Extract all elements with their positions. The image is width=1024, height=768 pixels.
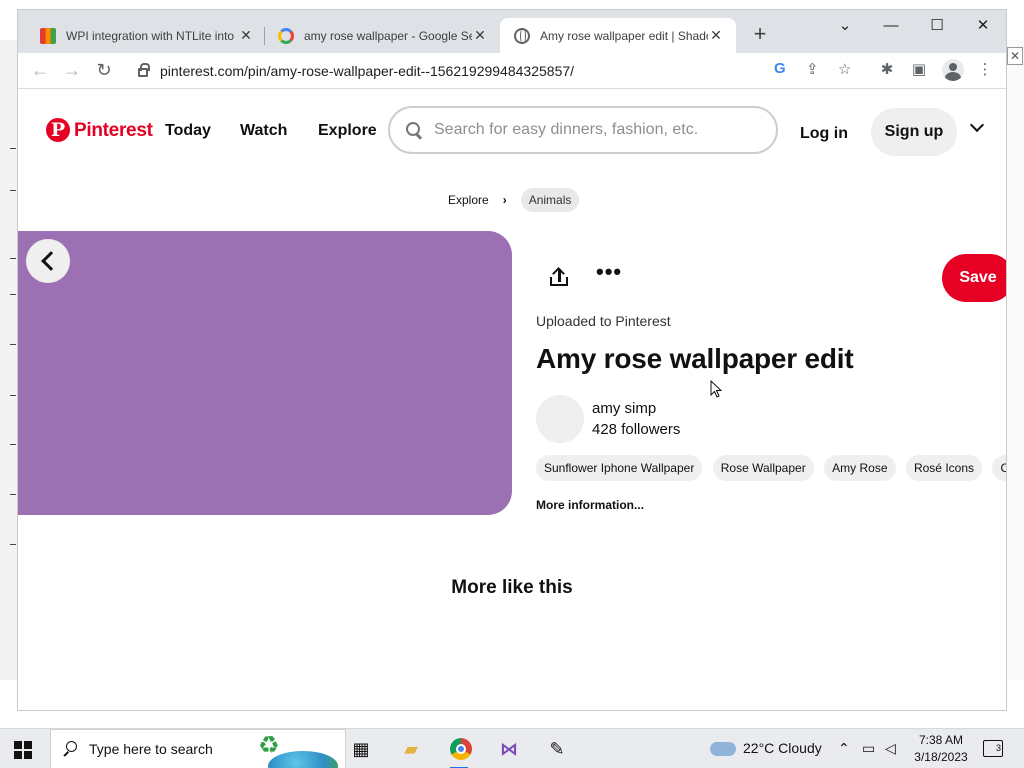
- breadcrumb-explore[interactable]: Explore: [448, 193, 489, 207]
- background-close-icon[interactable]: ✕: [1007, 47, 1023, 65]
- new-tab-button[interactable]: +: [748, 23, 772, 47]
- search-input[interactable]: [434, 121, 754, 139]
- background-window-edge: [0, 40, 18, 680]
- browser-window: WPI integration with NTLite into ✕ amy r…: [18, 10, 1006, 710]
- task-view-icon[interactable]: ▦: [346, 735, 376, 763]
- pinterest-page: P Pinterest Today Watch Explore Log in S…: [18, 90, 1006, 710]
- tag-chip[interactable]: Rosé Icons: [905, 455, 982, 481]
- signup-button[interactable]: Sign up: [871, 108, 957, 156]
- share-icon[interactable]: [548, 266, 572, 290]
- file-explorer-icon[interactable]: ▰: [396, 735, 426, 763]
- cloud-icon: [710, 742, 736, 756]
- tab-search-chevron-icon[interactable]: ⌄: [822, 14, 868, 40]
- volume-muted-icon[interactable]: ◁: [885, 740, 896, 757]
- menu-kebab-icon[interactable]: ⋮: [974, 60, 996, 78]
- more-information-link[interactable]: More information...: [536, 498, 644, 512]
- close-icon[interactable]: ✕: [472, 27, 488, 44]
- tag-list: Sunflower Iphone Wallpaper Rose Wallpape…: [536, 455, 1006, 481]
- tag-chip[interactable]: Amy Rose: [824, 455, 896, 481]
- more-options-icon[interactable]: •••: [596, 261, 621, 290]
- tab-title: WPI integration with NTLite into: [66, 28, 235, 43]
- background-window-edge-right: [1006, 40, 1024, 680]
- extensions-puzzle-icon[interactable]: ✱: [876, 60, 898, 78]
- globe-icon: [514, 27, 530, 44]
- google-icon: [278, 27, 294, 44]
- lock-icon: [138, 63, 150, 77]
- tag-chip[interactable]: Sunflower Iphone Wallpaper: [536, 455, 703, 481]
- address-bar[interactable]: pinterest.com/pin/amy-rose-wallpaper-edi…: [128, 57, 870, 85]
- tab-pinterest[interactable]: Amy rose wallpaper edit | Shado ✕: [500, 18, 736, 53]
- search-icon: [63, 741, 79, 757]
- nav-watch[interactable]: Watch: [240, 122, 287, 140]
- forward-arrow-icon[interactable]: →: [60, 59, 84, 83]
- more-like-this-heading: More like this: [451, 577, 573, 598]
- tab-wpi[interactable]: WPI integration with NTLite into ✕: [26, 18, 266, 53]
- breadcrumb: Explore › Animals: [448, 188, 580, 212]
- chevron-right-icon: ›: [502, 193, 507, 207]
- taskbar: Type here to search ♻ ▦ ▰ ⋈ ✎ 22°C Cloud…: [0, 728, 1024, 768]
- search-box[interactable]: [388, 106, 778, 154]
- pinterest-logo-icon[interactable]: P: [46, 118, 70, 142]
- login-button[interactable]: Log in: [788, 112, 860, 156]
- taskbar-search-placeholder: Type here to search: [89, 741, 213, 757]
- visual-studio-icon[interactable]: ⋈: [494, 735, 524, 763]
- save-button[interactable]: Save: [942, 254, 1006, 302]
- user-name[interactable]: amy simp: [592, 400, 656, 417]
- network-icon[interactable]: ▭: [862, 740, 875, 757]
- windows-start-icon[interactable]: [14, 741, 32, 759]
- brand-wordmark[interactable]: Pinterest: [74, 120, 153, 142]
- chrome-app-icon[interactable]: [444, 735, 474, 768]
- pin-image[interactable]: [18, 231, 512, 515]
- nav-explore[interactable]: Explore: [318, 122, 377, 140]
- close-icon[interactable]: ✕: [708, 27, 724, 44]
- back-arrow-icon[interactable]: ←: [28, 59, 52, 83]
- tool-app-icon[interactable]: ✎: [542, 735, 572, 763]
- minimize-button[interactable]: —: [868, 14, 914, 40]
- mouse-cursor-icon: [710, 380, 722, 398]
- close-icon[interactable]: ✕: [238, 27, 254, 44]
- share-page-icon[interactable]: ⇪: [806, 60, 819, 78]
- wpi-icon: [40, 27, 56, 44]
- reload-icon[interactable]: ↻: [92, 59, 116, 83]
- follower-count: 428 followers: [592, 421, 681, 438]
- chevron-down-icon[interactable]: [970, 120, 984, 134]
- search-icon: [406, 122, 422, 138]
- chevron-up-icon[interactable]: ⌃: [838, 740, 850, 757]
- url-text: pinterest.com/pin/amy-rose-wallpaper-edi…: [160, 63, 575, 79]
- tab-title: Amy rose wallpaper edit | Shado: [540, 28, 708, 43]
- avatar[interactable]: [536, 395, 584, 443]
- clock[interactable]: 7:38 AM 3/18/2023: [906, 732, 976, 766]
- notification-center-icon[interactable]: 3: [983, 740, 1003, 757]
- notification-count: 3: [995, 743, 1001, 753]
- clock-date: 3/18/2023: [914, 750, 968, 764]
- site-header: P Pinterest Today Watch Explore Log in S…: [18, 90, 1006, 170]
- pin-title: Amy rose wallpaper edit: [536, 343, 854, 374]
- tag-chip[interactable]: Cute Ic: [992, 455, 1006, 481]
- browser-toolbar: ← → ↻ pinterest.com/pin/amy-rose-wallpap…: [18, 53, 1006, 89]
- close-window-button[interactable]: ✕: [960, 14, 1006, 40]
- google-lens-icon[interactable]: G: [774, 60, 786, 77]
- tab-google[interactable]: amy rose wallpaper - Google Sea ✕: [264, 18, 500, 53]
- profile-avatar-icon[interactable]: [942, 59, 964, 81]
- bookmark-star-icon[interactable]: ☆: [838, 60, 851, 78]
- recycle-icon[interactable]: ♻: [258, 731, 280, 761]
- breadcrumb-animals[interactable]: Animals: [520, 188, 580, 212]
- tab-strip: WPI integration with NTLite into ✕ amy r…: [18, 10, 1006, 53]
- maximize-button[interactable]: ☐: [914, 14, 960, 40]
- back-chevron-icon[interactable]: [26, 239, 70, 283]
- tab-title: amy rose wallpaper - Google Sea: [304, 28, 472, 43]
- clock-time: 7:38 AM: [918, 733, 964, 747]
- weather-text[interactable]: 22°C Cloudy: [743, 740, 822, 756]
- upload-source: Uploaded to Pinterest: [536, 313, 671, 329]
- tag-chip[interactable]: Rose Wallpaper: [712, 455, 814, 481]
- nav-today[interactable]: Today: [165, 122, 211, 140]
- side-panel-icon[interactable]: ▣: [908, 60, 930, 78]
